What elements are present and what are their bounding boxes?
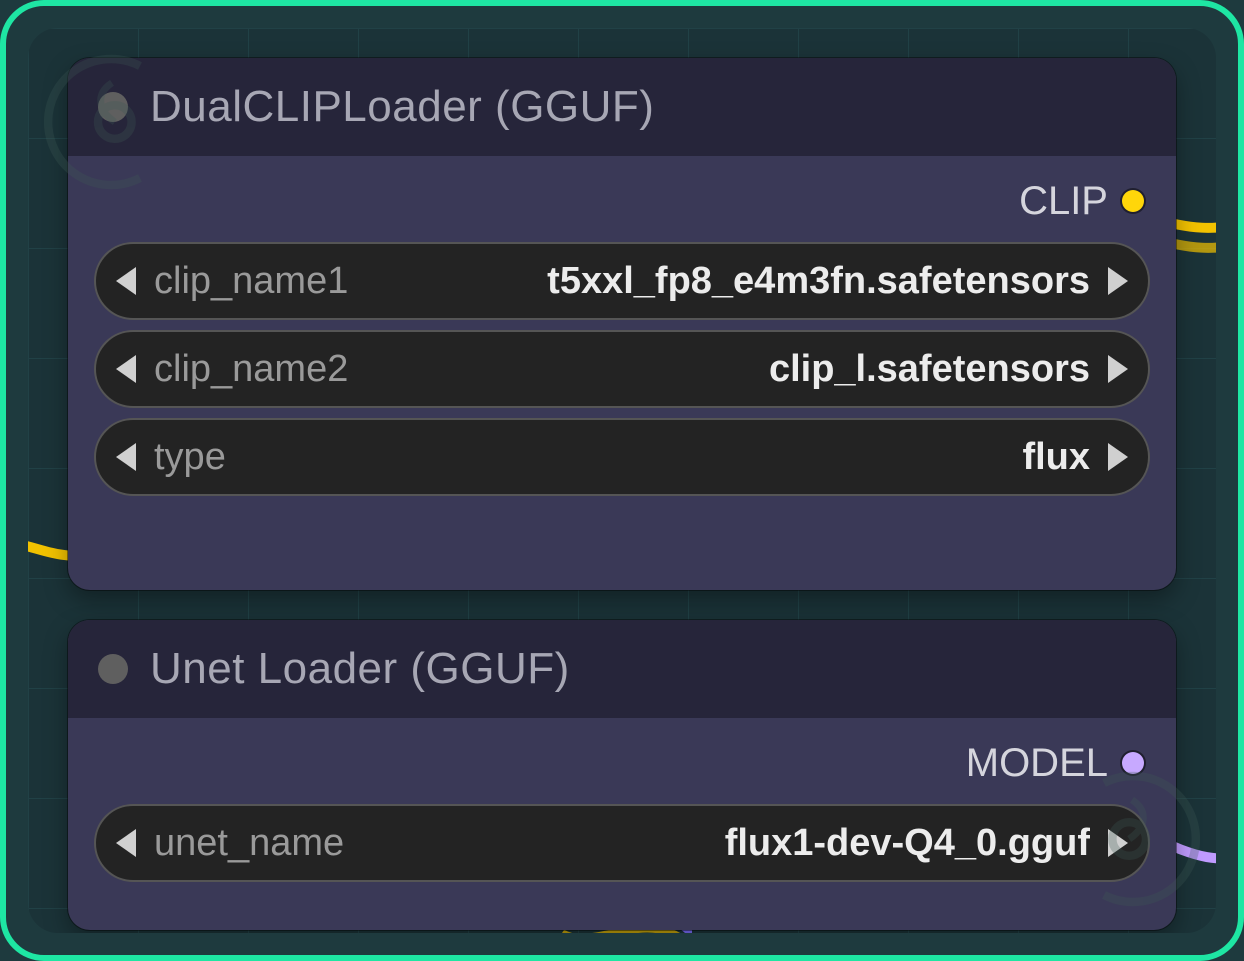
output-socket-model[interactable]	[1122, 752, 1144, 774]
widget-type[interactable]: type flux	[94, 418, 1150, 496]
widget-label: unet_name	[154, 822, 344, 865]
node-title: Unet Loader (GGUF)	[150, 644, 570, 694]
widget-clip-name1[interactable]: clip_name1 t5xxl_fp8_e4m3fn.safetensors	[94, 242, 1150, 320]
widget-value[interactable]: clip_l.safetensors	[366, 348, 1090, 391]
chevron-right-icon[interactable]	[1108, 443, 1128, 471]
widget-label: clip_name1	[154, 260, 348, 303]
widget-unet-name[interactable]: unet_name flux1-dev-Q4_0.gguf	[94, 804, 1150, 882]
output-label: CLIP	[1019, 179, 1108, 224]
widget-label: type	[154, 436, 226, 479]
chevron-right-icon[interactable]	[1108, 355, 1128, 383]
output-row-clip: CLIP	[94, 174, 1150, 228]
chevron-left-icon[interactable]	[116, 829, 136, 857]
widget-value[interactable]: flux1-dev-Q4_0.gguf	[362, 822, 1090, 865]
node-collapse-dot[interactable]	[98, 92, 128, 122]
widget-label: clip_name2	[154, 348, 348, 391]
widget-clip-name2[interactable]: clip_name2 clip_l.safetensors	[94, 330, 1150, 408]
node-unet-loader[interactable]: Unet Loader (GGUF) MODEL unet_name flux1…	[68, 620, 1176, 930]
chevron-left-icon[interactable]	[116, 267, 136, 295]
chevron-left-icon[interactable]	[116, 443, 136, 471]
output-label: MODEL	[966, 741, 1108, 786]
widget-value[interactable]: flux	[244, 436, 1090, 479]
widget-value[interactable]: t5xxl_fp8_e4m3fn.safetensors	[366, 260, 1090, 303]
chevron-left-icon[interactable]	[116, 355, 136, 383]
node-titlebar[interactable]: DualCLIPLoader (GGUF)	[68, 58, 1176, 156]
node-dualcliploader[interactable]: DualCLIPLoader (GGUF) CLIP clip_name1 t5…	[68, 58, 1176, 590]
node-titlebar[interactable]: Unet Loader (GGUF)	[68, 620, 1176, 718]
chevron-right-icon[interactable]	[1108, 829, 1128, 857]
node-collapse-dot[interactable]	[98, 654, 128, 684]
node-title: DualCLIPLoader (GGUF)	[150, 82, 654, 132]
node-graph-canvas[interactable]: DualCLIPLoader (GGUF) CLIP clip_name1 t5…	[28, 28, 1216, 933]
output-socket-clip[interactable]	[1122, 190, 1144, 212]
chevron-right-icon[interactable]	[1108, 267, 1128, 295]
output-row-model: MODEL	[94, 736, 1150, 790]
